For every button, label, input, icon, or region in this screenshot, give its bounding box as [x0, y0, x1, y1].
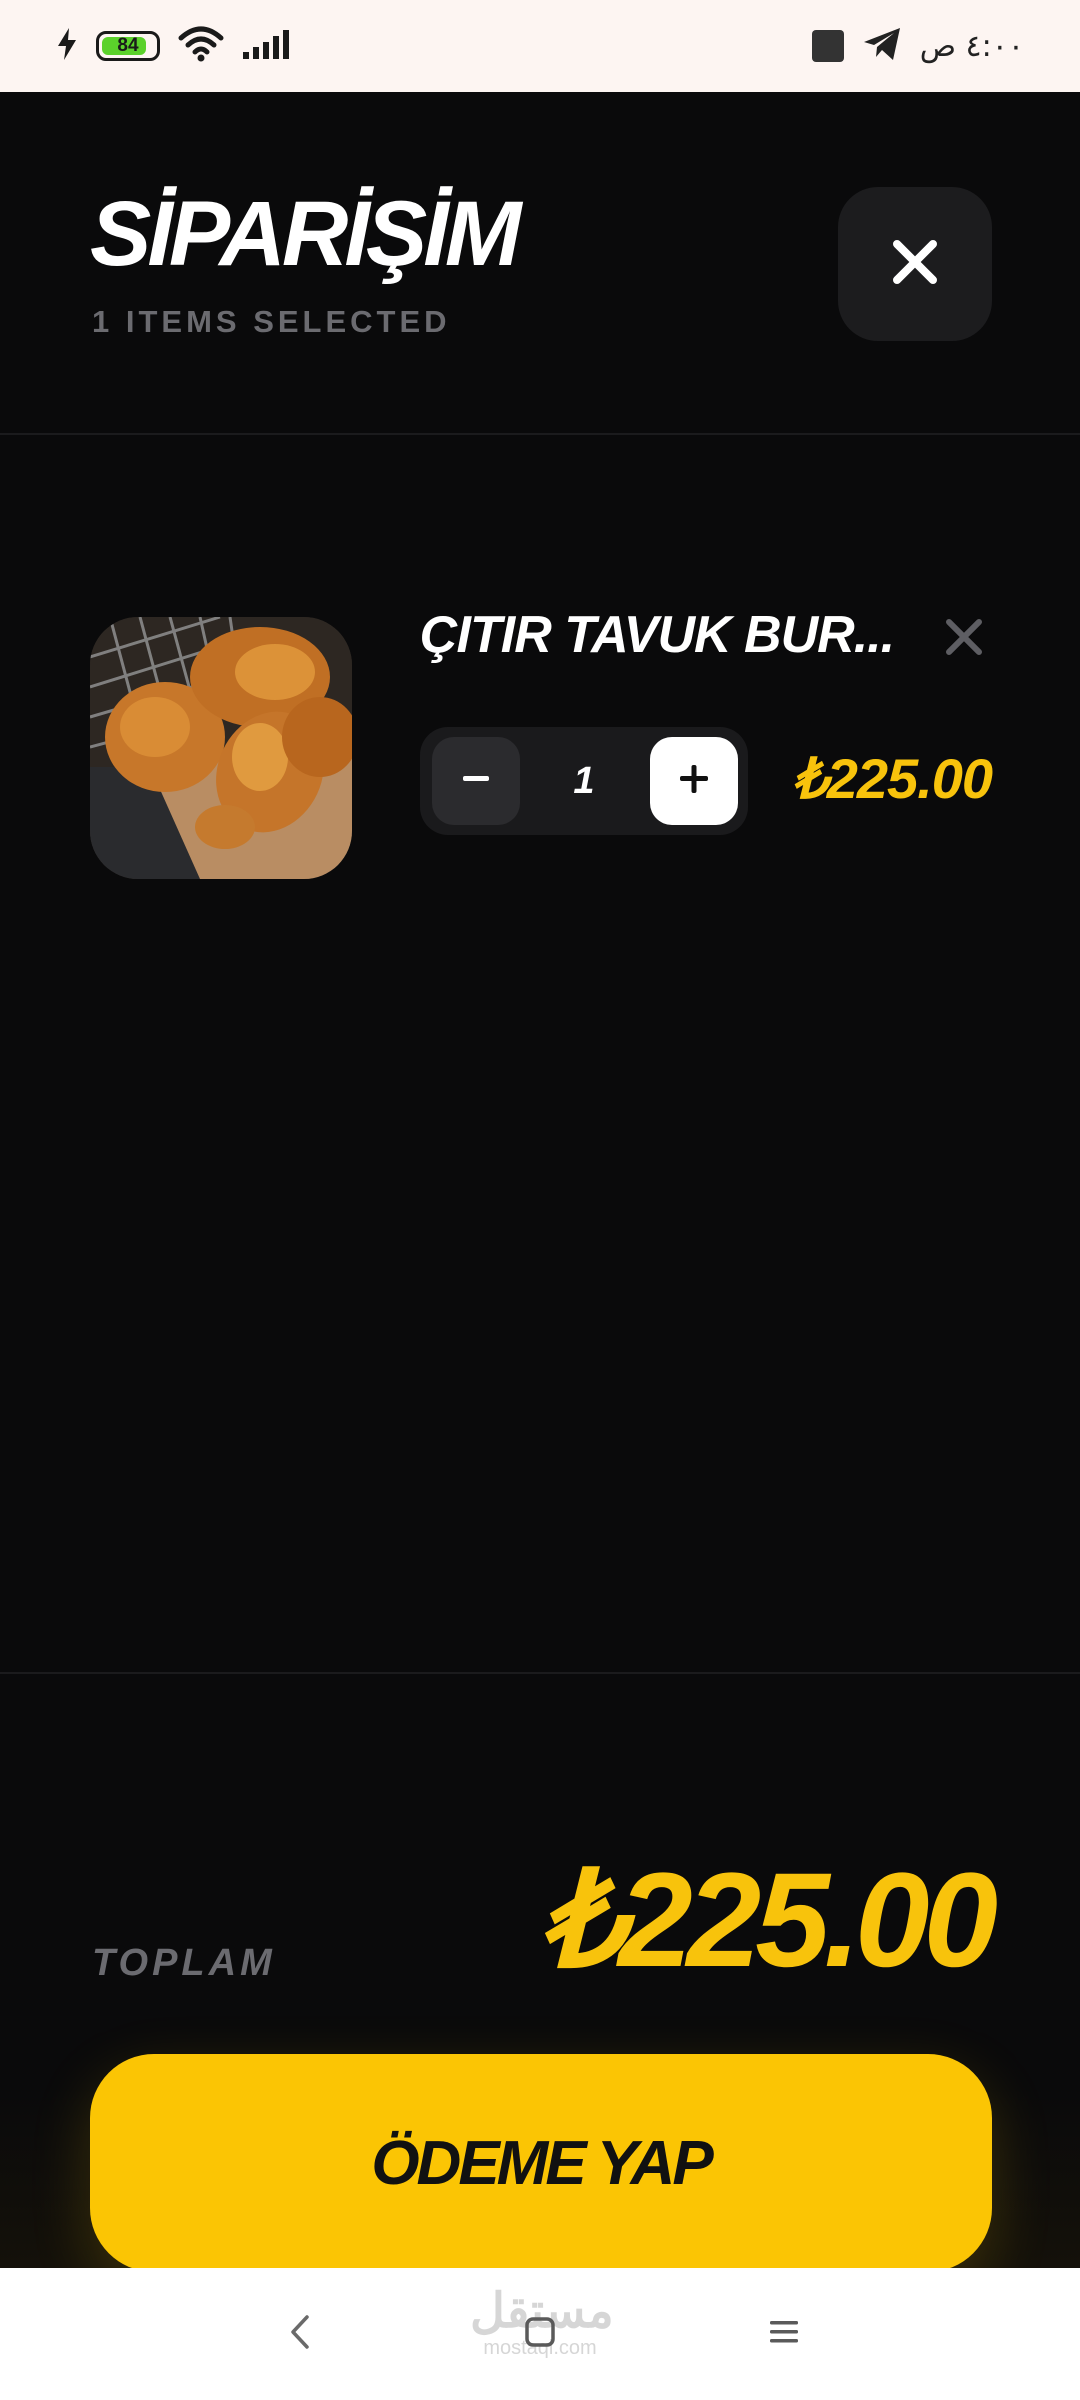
- product-image: [90, 617, 352, 879]
- navigation-bar: مستقل mostaql.com: [0, 2268, 1080, 2400]
- page-title: SİPARİŞİM: [90, 183, 521, 285]
- back-button[interactable]: [270, 2304, 330, 2364]
- item-price: ₺225.00: [792, 747, 993, 810]
- close-icon: [891, 238, 939, 291]
- cart-header: SİPARİŞİM 1 ITEMS SELECTED: [0, 92, 1080, 435]
- stop-icon: [811, 30, 844, 62]
- item-name: ÇITIR TAVUK BUR...: [420, 606, 895, 664]
- status-bar: 84 ٤:٠٠ ص: [0, 0, 1080, 92]
- telegram-icon: [862, 26, 902, 67]
- cart-item: ÇITIR TAVUK BUR... 1 ₺225.00: [0, 435, 1080, 879]
- battery-level: 84: [117, 35, 139, 56]
- signal-icon: [242, 28, 292, 65]
- charging-icon: [56, 27, 78, 66]
- status-bar-right: ٤:٠٠ ص: [811, 26, 1024, 67]
- battery-icon: 84: [96, 31, 160, 61]
- checkout-button[interactable]: ÖDEME YAP: [90, 2054, 992, 2272]
- status-bar-left: 84: [56, 26, 292, 67]
- cart-panel: SİPARİŞİM 1 ITEMS SELECTED ÇITIR TAVUK B…: [0, 92, 1080, 2272]
- quantity-stepper: 1: [420, 727, 748, 835]
- total-label: TOPLAM: [92, 1942, 276, 1984]
- remove-icon: [944, 617, 984, 662]
- wifi-icon: [178, 26, 224, 67]
- total-value: ₺225.00: [538, 1846, 998, 1995]
- remove-item-button[interactable]: [932, 607, 996, 671]
- recents-button[interactable]: [754, 2304, 814, 2364]
- home-button[interactable]: [510, 2304, 570, 2364]
- cart-footer: TOPLAM ₺225.00 ÖDEME YAP: [0, 1672, 1080, 2272]
- status-time: ٤:٠٠ ص: [919, 28, 1024, 64]
- close-cart-button[interactable]: [838, 187, 992, 341]
- plus-icon: [678, 763, 710, 800]
- back-icon: [289, 2314, 311, 2355]
- quantity-value: 1: [573, 760, 595, 802]
- decrease-quantity-button[interactable]: [432, 737, 520, 825]
- menu-icon: [768, 2317, 800, 2352]
- minus-icon: [461, 764, 491, 799]
- items-count-subtitle: 1 ITEMS SELECTED: [92, 304, 451, 339]
- increase-quantity-button[interactable]: [650, 737, 738, 825]
- home-icon: [524, 2316, 556, 2353]
